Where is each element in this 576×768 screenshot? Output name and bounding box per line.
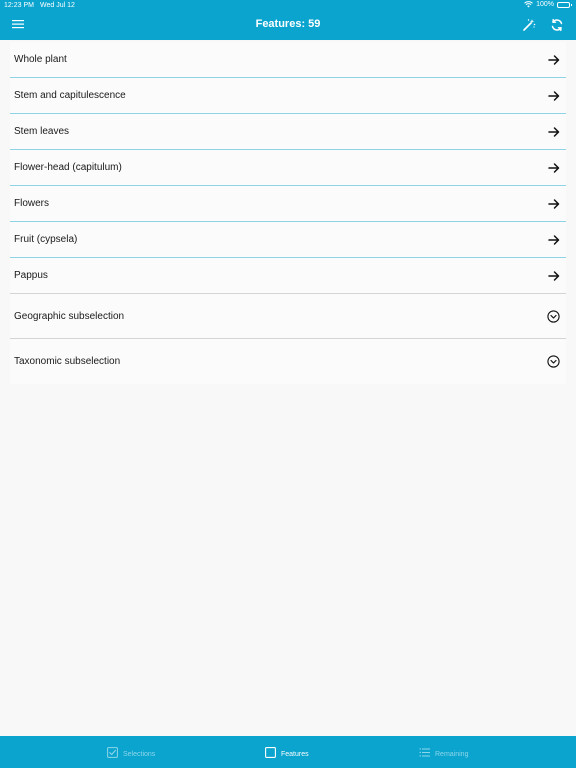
list-item-flower-head[interactable]: Flower-head (capitulum): [10, 150, 566, 186]
tab-selections[interactable]: Selections: [107, 736, 155, 768]
magic-wand-icon[interactable]: [522, 18, 536, 32]
list-item-label: Pappus: [14, 270, 48, 281]
status-bar: 12:23 PM Wed Jul 12 100%: [0, 0, 576, 12]
list-item-label: Flower-head (capitulum): [14, 162, 122, 173]
battery-percent: 100%: [536, 1, 554, 8]
refresh-icon[interactable]: [550, 18, 564, 32]
arrow-right-icon: [548, 198, 560, 209]
arrow-right-icon: [548, 126, 560, 137]
chevron-down-circle-icon: [547, 309, 560, 323]
feature-list: Whole plant Stem and capitulescence Stem…: [10, 42, 566, 384]
arrow-right-icon: [548, 54, 560, 65]
list-item-label: Flowers: [14, 198, 50, 209]
arrow-right-icon: [548, 90, 560, 101]
tab-label: Selections: [123, 750, 156, 758]
arrow-right-icon: [548, 234, 560, 245]
list-item-whole-plant[interactable]: Whole plant: [10, 42, 566, 78]
tab-features[interactable]: Features: [265, 736, 309, 768]
list-item-label: Geographic subselection: [14, 310, 125, 322]
list-item-fruit[interactable]: Fruit (cypsela): [10, 222, 566, 258]
wifi-icon: [524, 1, 533, 8]
tab-remaining[interactable]: Remaining: [419, 736, 468, 768]
chevron-down-circle-icon: [547, 355, 560, 368]
square-icon: [265, 746, 276, 758]
list-item-label: Fruit (cypsela): [14, 234, 78, 245]
tab-label: Features: [281, 750, 309, 758]
status-time: 12:23 PM: [4, 2, 34, 9]
arrow-right-icon: [548, 162, 560, 173]
list-item-stem-capitulescence[interactable]: Stem and capitulescence: [10, 78, 566, 114]
list-item-label: Stem and capitulescence: [14, 90, 126, 101]
page-title: Features: 59: [255, 18, 321, 30]
arrow-right-icon: [548, 270, 560, 281]
list-icon: [419, 747, 430, 757]
status-date: Wed Jul 12: [40, 2, 75, 9]
tab-bar: Selections Features Remaining: [0, 736, 576, 768]
list-item-label: Stem leaves: [14, 126, 70, 137]
top-bar: 12:23 PM Wed Jul 12 100% Features: 59: [0, 0, 576, 40]
list-item-label: Taxonomic subselection: [14, 356, 121, 367]
list-item-label: Whole plant: [14, 54, 67, 65]
tab-label: Remaining: [435, 750, 469, 758]
list-item-pappus[interactable]: Pappus: [10, 258, 566, 294]
list-item-taxonomic-subselection[interactable]: Taxonomic subselection: [10, 339, 566, 384]
checkbox-icon: [107, 746, 118, 758]
list-item-flowers[interactable]: Flowers: [10, 186, 566, 222]
list-item-stem-leaves[interactable]: Stem leaves: [10, 114, 566, 150]
status-right: 100%: [524, 1, 572, 8]
list-item-geographic-subselection[interactable]: Geographic subselection: [10, 294, 566, 339]
battery-icon: [557, 1, 572, 8]
